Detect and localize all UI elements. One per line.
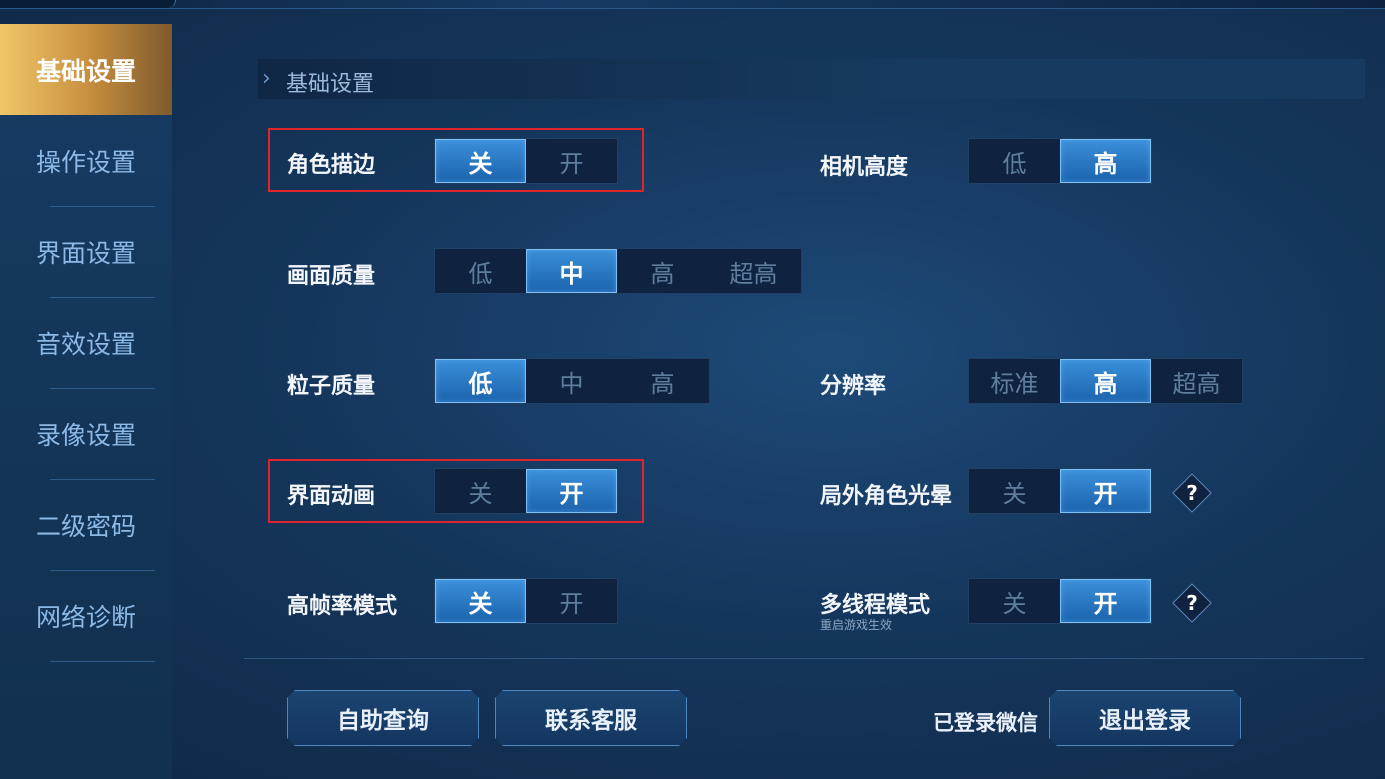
sidebar-item-label: 二级密码 — [35, 511, 136, 541]
footer-divider — [244, 658, 1364, 659]
sidebar-item-label: 音效设置 — [35, 329, 136, 359]
ui-animation-toggle: 关 开 — [434, 468, 618, 514]
sidebar-item-secondary-password[interactable]: 二级密码 — [0, 479, 172, 570]
particle-quality-selector: 低 中 高 — [434, 358, 710, 404]
graphics-quality-selector: 低 中 高 超高 — [434, 248, 802, 294]
resolution-option-standard[interactable]: 标准 — [969, 359, 1060, 403]
particle-quality-option-medium[interactable]: 中 — [526, 359, 617, 403]
setting-label-outline: 角色描边 — [287, 153, 376, 178]
setting-label-camera-height: 相机高度 — [820, 155, 909, 180]
camera-height-toggle: 低 高 — [968, 138, 1152, 184]
setting-label-graphics-quality: 画面质量 — [287, 264, 376, 289]
sidebar-item-controls[interactable]: 操作设置 — [0, 115, 172, 206]
login-status: 已登录微信 — [933, 711, 1038, 735]
help-glyph: ? — [1186, 591, 1198, 615]
graphics-quality-option-high[interactable]: 高 — [617, 249, 708, 293]
outside-halo-option-off[interactable]: 关 — [969, 469, 1060, 513]
outline-option-off[interactable]: 关 — [435, 139, 526, 183]
help-icon[interactable]: ? — [1172, 473, 1212, 513]
particle-quality-option-high[interactable]: 高 — [617, 359, 708, 403]
sidebar-item-replay[interactable]: 录像设置 — [0, 388, 172, 479]
setting-label-resolution: 分辨率 — [820, 374, 887, 399]
self-help-button[interactable]: 自助查询 — [287, 690, 479, 746]
resolution-selector: 标准 高 超高 — [968, 358, 1243, 404]
multithread-option-off[interactable]: 关 — [969, 579, 1060, 623]
help-icon[interactable]: ? — [1172, 583, 1212, 623]
camera-height-option-low[interactable]: 低 — [969, 139, 1060, 183]
setting-label-ui-animation: 界面动画 — [287, 484, 376, 509]
setting-label-high-fps: 高帧率模式 — [287, 594, 398, 619]
top-bar — [0, 0, 1385, 9]
top-tab-edge — [0, 0, 176, 8]
chevron-right-icon: › — [262, 66, 271, 91]
setting-label-multithread: 多线程模式 — [820, 593, 931, 618]
particle-quality-option-low[interactable]: 低 — [435, 359, 526, 403]
setting-label-particle-quality: 粒子质量 — [287, 374, 376, 399]
high-fps-option-on[interactable]: 开 — [526, 579, 617, 623]
resolution-option-high[interactable]: 高 — [1060, 359, 1151, 403]
outside-halo-option-on[interactable]: 开 — [1060, 469, 1151, 513]
outline-toggle: 关 开 — [434, 138, 618, 184]
setting-label-outside-halo: 局外角色光晕 — [820, 484, 953, 509]
graphics-quality-option-low[interactable]: 低 — [435, 249, 526, 293]
sidebar-item-label: 基础设置 — [35, 56, 136, 86]
sidebar-item-label: 录像设置 — [35, 420, 136, 450]
outline-option-on[interactable]: 开 — [526, 139, 617, 183]
high-fps-option-off[interactable]: 关 — [435, 579, 526, 623]
sidebar: 基础设置 操作设置 界面设置 音效设置 录像设置 二级密码 网络诊断 — [0, 24, 172, 779]
sidebar-item-network[interactable]: 网络诊断 — [0, 570, 172, 661]
sidebar-item-label: 网络诊断 — [35, 602, 136, 632]
section-header: › 基础设置 — [258, 59, 1365, 99]
multithread-note: 重启游戏生效 — [820, 618, 893, 632]
sidebar-item-interface[interactable]: 界面设置 — [0, 206, 172, 297]
sidebar-item-label: 操作设置 — [35, 147, 136, 177]
sidebar-item-sound[interactable]: 音效设置 — [0, 297, 172, 388]
ui-animation-option-off[interactable]: 关 — [435, 469, 526, 513]
logout-button[interactable]: 退出登录 — [1049, 690, 1241, 746]
sidebar-item-label: 界面设置 — [35, 238, 136, 268]
graphics-quality-option-medium[interactable]: 中 — [526, 249, 617, 293]
high-fps-toggle: 关 开 — [434, 578, 618, 624]
multithread-option-on[interactable]: 开 — [1060, 579, 1151, 623]
outside-halo-toggle: 关 开 — [968, 468, 1152, 514]
section-title: 基础设置 — [286, 72, 375, 97]
contact-support-button[interactable]: 联系客服 — [495, 690, 687, 746]
sidebar-item-basic[interactable]: 基础设置 — [0, 24, 172, 115]
resolution-option-ultra[interactable]: 超高 — [1151, 359, 1242, 403]
help-glyph: ? — [1186, 481, 1198, 505]
ui-animation-option-on[interactable]: 开 — [526, 469, 617, 513]
camera-height-option-high[interactable]: 高 — [1060, 139, 1151, 183]
graphics-quality-option-ultra[interactable]: 超高 — [708, 249, 799, 293]
multithread-toggle: 关 开 — [968, 578, 1152, 624]
sidebar-divider — [50, 661, 155, 662]
